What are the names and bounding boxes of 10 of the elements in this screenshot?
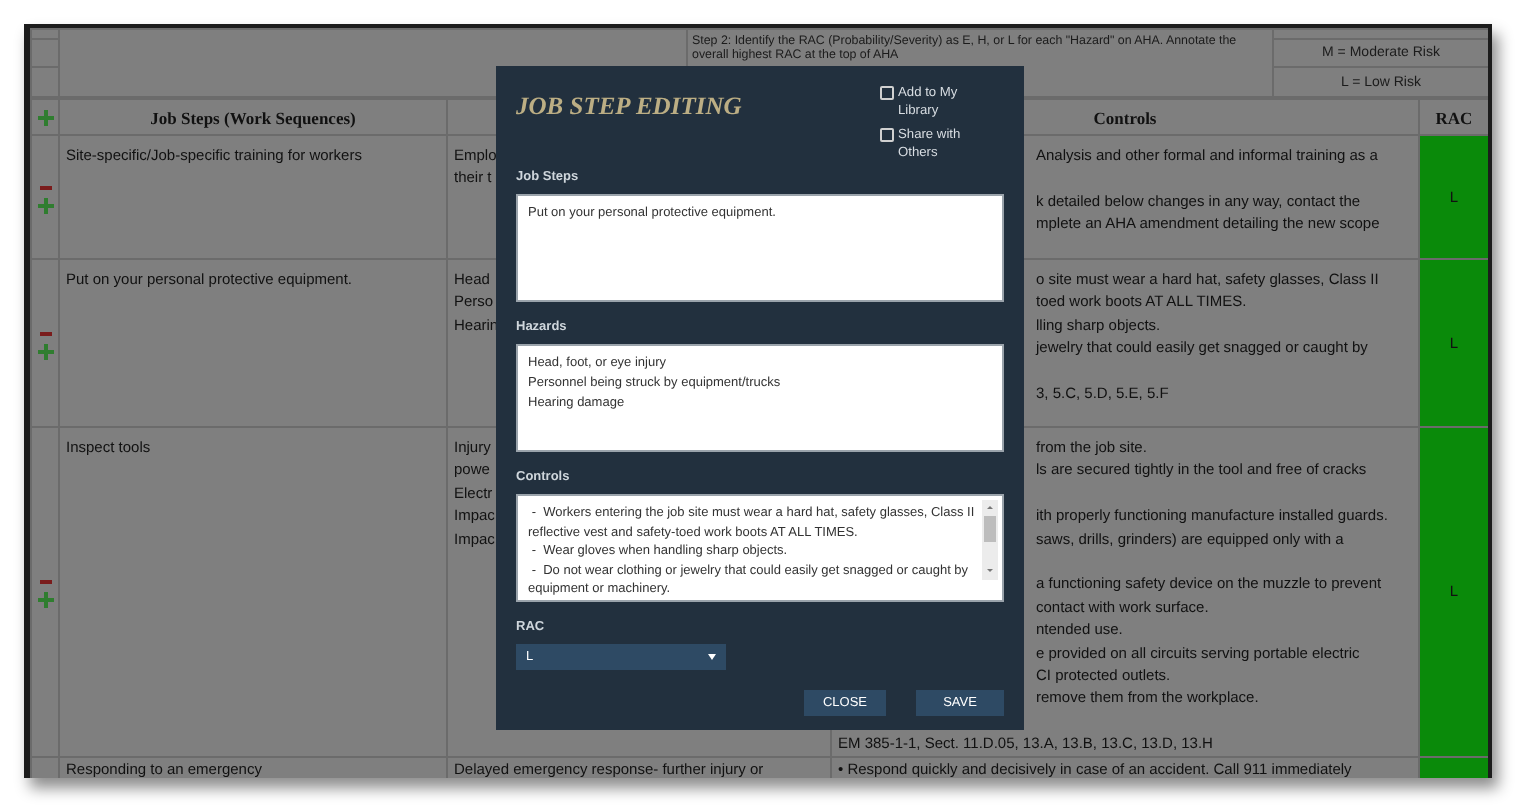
caret-icon bbox=[708, 654, 716, 660]
checkbox[interactable] bbox=[880, 86, 894, 100]
minus-icon[interactable] bbox=[37, 326, 53, 342]
checkbox[interactable] bbox=[880, 128, 894, 142]
column-header: Controls bbox=[1093, 107, 1157, 127]
column-header: Job Steps (Work Sequences) bbox=[150, 107, 356, 127]
minus-icon[interactable] bbox=[37, 180, 53, 196]
scrollbar[interactable] bbox=[982, 500, 998, 580]
dialog-title: JOB STEP EDITING bbox=[516, 92, 742, 122]
column-header: RAC bbox=[1435, 107, 1473, 127]
